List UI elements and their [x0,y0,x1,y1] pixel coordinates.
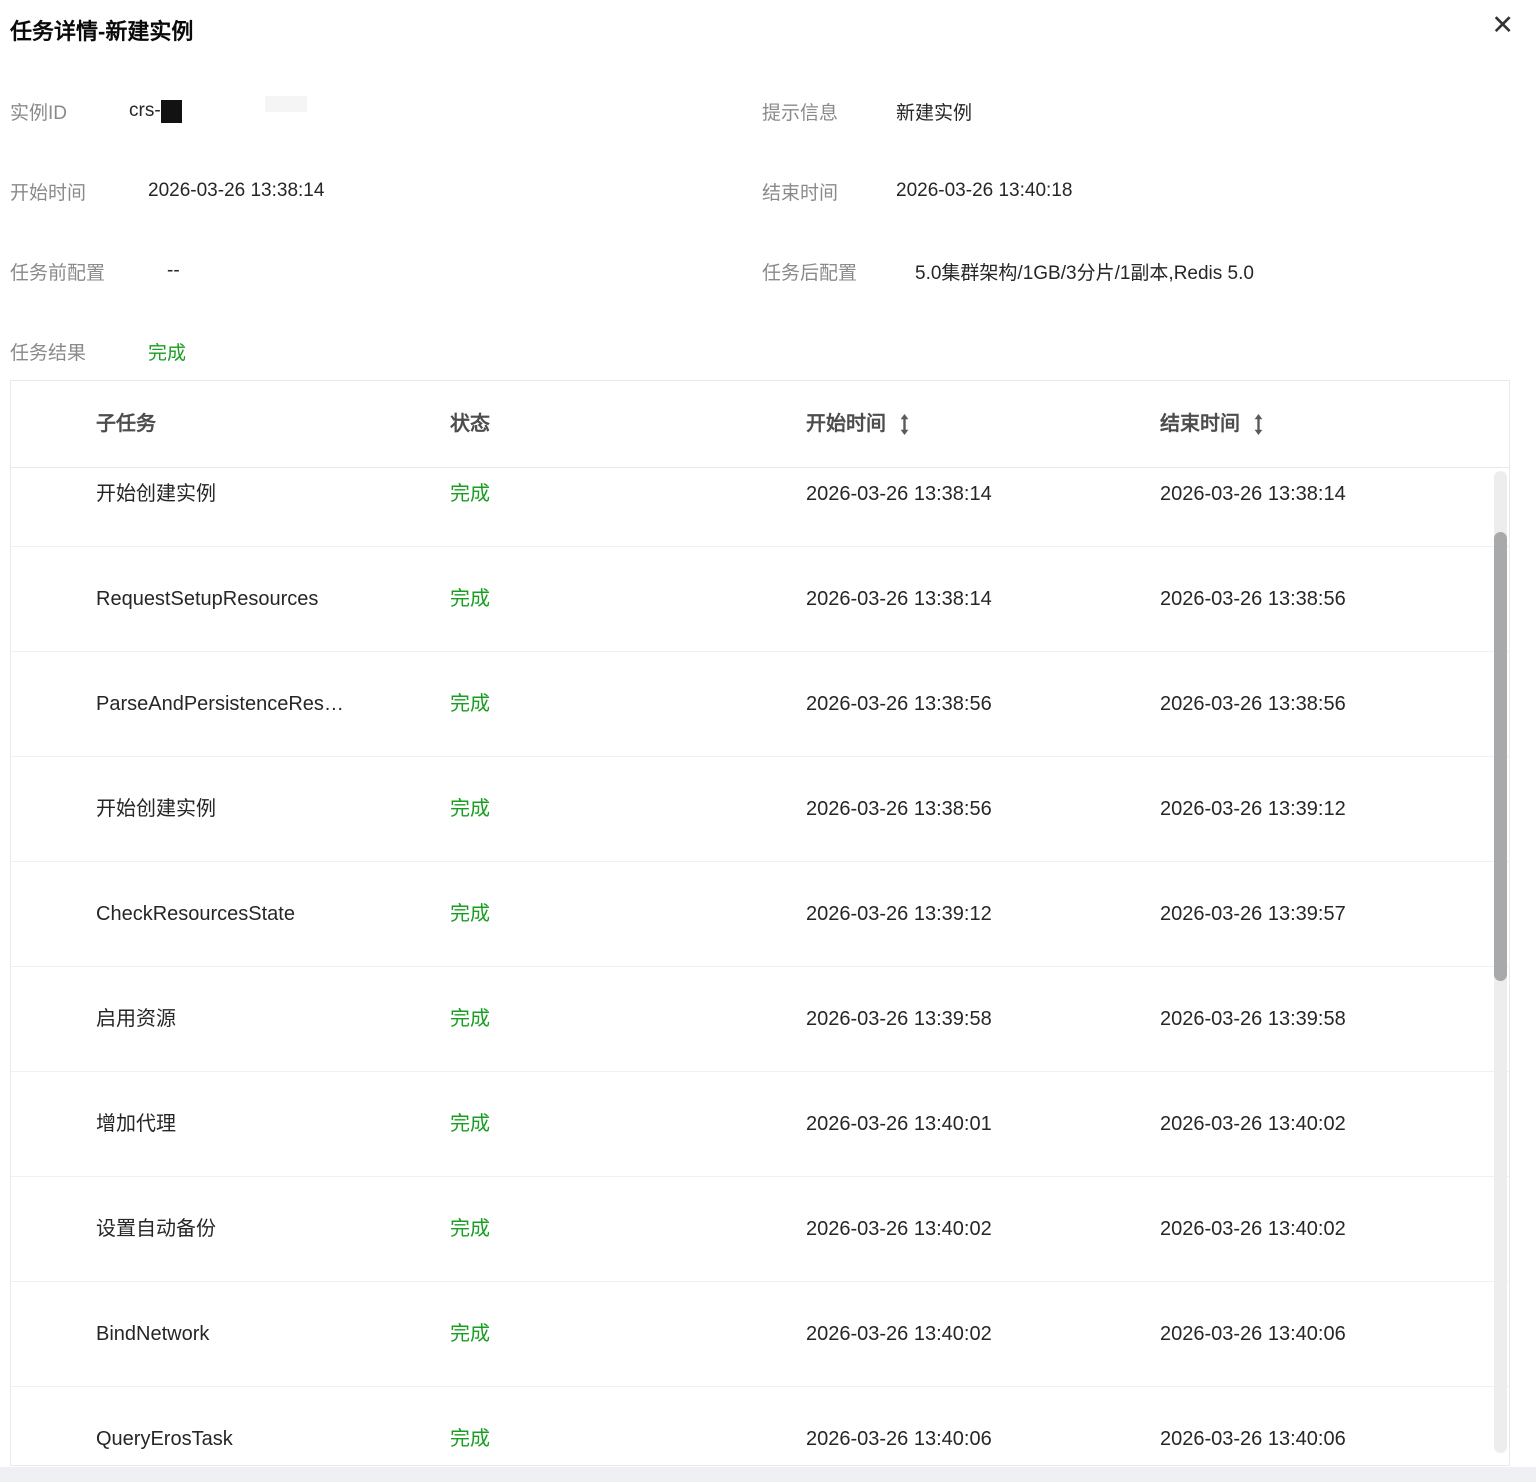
subtask-start-time: 2026-03-26 13:40:02 [806,1218,992,1240]
subtask-status: 完成 [450,903,490,925]
instance-id-value: crs- [129,99,182,123]
table-row: 启用资源 完成 2026-03-26 13:39:58 2026-03-26 1… [11,967,1509,1072]
table-row: 增加代理 完成 2026-03-26 13:40:01 2026-03-26 1… [11,1072,1509,1177]
table-row: ParseAndPersistenceRes… 完成 2026-03-26 13… [11,652,1509,757]
subtask-name: ParseAndPersistenceRes… [96,693,344,715]
subtask-table: 子任务 状态 开始时间 结束时间 开始创建实例 完成 2026-03-26 13… [10,380,1510,1466]
field-end-time: 结束时间 2026-03-26 13:40:18 [762,177,1072,205]
scrollbar-thumb[interactable] [1494,532,1507,981]
subtask-status: 完成 [450,588,490,610]
table-row: QueryErosTask 完成 2026-03-26 13:40:06 202… [11,1387,1509,1465]
subtask-name: 设置自动备份 [96,1218,216,1240]
subtask-start-time: 2026-03-26 13:40:06 [806,1428,992,1450]
subtask-name: 增加代理 [96,1113,176,1135]
post-config-value: 5.0集群架构/1GB/3分片/1副本,Redis 5.0 [915,262,1254,284]
subtask-name: 启用资源 [96,1008,176,1030]
sort-icon[interactable] [898,413,911,435]
subtask-end-time: 2026-03-26 13:39:58 [1160,1008,1346,1030]
column-header-status: 状态 [450,413,490,435]
redacted-block [160,99,182,123]
field-task-result: 任务结果 完成 [10,337,186,365]
sort-icon[interactable] [1252,413,1265,435]
subtask-status: 完成 [450,1008,490,1030]
task-result-label: 任务结果 [10,342,87,364]
subtask-status: 完成 [450,798,490,820]
close-icon[interactable]: ✕ [1491,12,1514,39]
subtask-end-time: 2026-03-26 13:39:12 [1160,798,1346,820]
field-pre-config: 任务前配置 -- [10,257,180,285]
table-header: 子任务 状态 开始时间 结束时间 [11,381,1509,468]
subtask-name: QueryErosTask [96,1428,233,1450]
subtask-start-time: 2026-03-26 13:39:58 [806,1008,992,1030]
subtask-end-time: 2026-03-26 13:40:02 [1160,1113,1346,1135]
table-body-viewport: 开始创建实例 完成 2026-03-26 13:38:14 2026-03-26… [11,468,1509,1465]
end-time-value: 2026-03-26 13:40:18 [896,180,1073,201]
subtask-status: 完成 [450,1428,490,1450]
subtask-status: 完成 [450,1323,490,1345]
subtask-status: 完成 [450,693,490,715]
column-header-subtask: 子任务 [96,413,156,435]
field-hint: 提示信息 新建实例 [762,97,972,125]
subtask-name: BindNetwork [96,1323,210,1345]
post-config-label: 任务后配置 [762,262,858,284]
field-post-config: 任务后配置 5.0集群架构/1GB/3分片/1副本,Redis 5.0 [762,257,1254,285]
subtask-end-time: 2026-03-26 13:40:06 [1160,1428,1346,1450]
modal-bottom-edge [0,1467,1536,1482]
start-time-label: 开始时间 [10,182,87,204]
end-time-label: 结束时间 [762,182,839,204]
subtask-end-time: 2026-03-26 13:38:56 [1160,693,1346,715]
pre-config-label: 任务前配置 [10,262,106,284]
subtask-start-time: 2026-03-26 13:38:56 [806,798,992,820]
subtask-end-time: 2026-03-26 13:38:56 [1160,588,1346,610]
table-row: 开始创建实例 完成 2026-03-26 13:38:14 2026-03-26… [11,468,1509,547]
task-result-value: 完成 [148,342,187,364]
subtask-start-time: 2026-03-26 13:40:01 [806,1113,992,1135]
subtask-start-time: 2026-03-26 13:38:14 [806,483,992,505]
subtask-status: 完成 [450,1218,490,1240]
field-instance-id: 实例ID crs- [10,97,182,125]
subtask-name: RequestSetupResources [96,588,319,610]
pre-config-value: -- [167,260,180,281]
subtask-start-time: 2026-03-26 13:38:56 [806,693,992,715]
subtask-start-time: 2026-03-26 13:40:02 [806,1323,992,1345]
subtask-name: 开始创建实例 [96,798,216,820]
table-row: CheckResourcesState 完成 2026-03-26 13:39:… [11,862,1509,967]
hint-value: 新建实例 [896,102,973,124]
modal-title: 任务详情-新建实例 [10,19,194,44]
subtask-end-time: 2026-03-26 13:38:14 [1160,483,1346,505]
subtask-name: 开始创建实例 [96,483,216,505]
field-start-time: 开始时间 2026-03-26 13:38:14 [10,177,324,205]
table-row: RequestSetupResources 完成 2026-03-26 13:3… [11,547,1509,652]
table-row: BindNetwork 完成 2026-03-26 13:40:02 2026-… [11,1282,1509,1387]
subtask-start-time: 2026-03-26 13:38:14 [806,588,992,610]
table-row: 设置自动备份 完成 2026-03-26 13:40:02 2026-03-26… [11,1177,1509,1282]
column-header-end-time[interactable]: 结束时间 [1160,381,1265,467]
subtask-end-time: 2026-03-26 13:40:06 [1160,1323,1346,1345]
instance-id-label: 实例ID [10,102,68,124]
subtask-end-time: 2026-03-26 13:39:57 [1160,903,1346,925]
table-row: 开始创建实例 完成 2026-03-26 13:38:56 2026-03-26… [11,757,1509,862]
subtask-start-time: 2026-03-26 13:39:12 [806,903,992,925]
table-rows: 开始创建实例 完成 2026-03-26 13:38:14 2026-03-26… [11,468,1509,1465]
redacted-area [265,96,307,112]
subtask-name: CheckResourcesState [96,903,295,925]
hint-label: 提示信息 [762,102,839,124]
subtask-status: 完成 [450,483,490,505]
subtask-status: 完成 [450,1113,490,1135]
subtask-end-time: 2026-03-26 13:40:02 [1160,1218,1346,1240]
start-time-value: 2026-03-26 13:38:14 [148,180,325,201]
column-header-start-time[interactable]: 开始时间 [806,381,911,467]
